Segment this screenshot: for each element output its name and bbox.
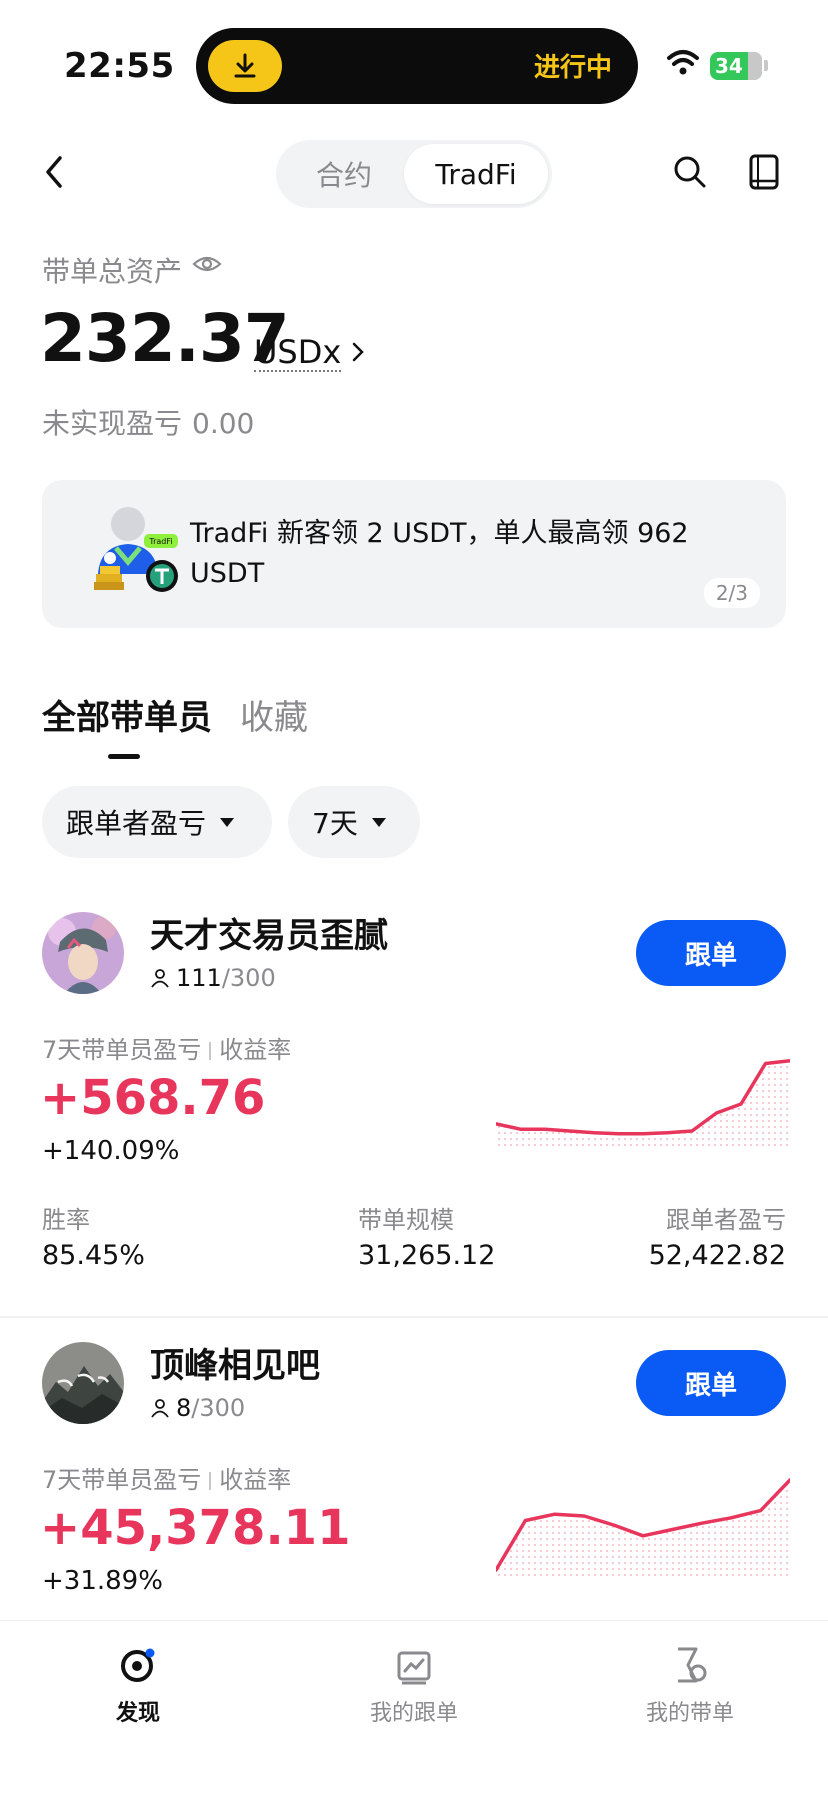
follow-button[interactable]: 跟单 [636,1350,786,1416]
search-icon[interactable] [672,154,708,190]
dynamic-island[interactable]: 进行中 [196,28,638,104]
avatar[interactable] [42,1342,124,1424]
trader-roi: +140.09% [42,1136,180,1166]
discover-icon [121,1648,155,1682]
sparkline-area [496,1060,790,1150]
trader-pnl: +45,378.11 [40,1500,351,1556]
card-divider [0,1316,828,1318]
copy-trade-icon [397,1651,431,1685]
banner-page-indicator: 2/3 [703,578,760,608]
trader-pnl: +568.76 [40,1070,266,1126]
person-icon [151,969,169,988]
metric-label-roi: 收益率 [219,1036,292,1064]
nav-my-lead-trades[interactable]: 我的带单 [610,1645,770,1727]
stat-value-winrate: 85.45% [42,1240,145,1271]
caret-down-icon [220,817,235,827]
stat-label-winrate: 胜率 [42,1206,90,1234]
eye-icon[interactable] [192,252,222,276]
unrealized-pnl-value: 0.00 [192,407,255,440]
trader-roi: +31.89% [42,1566,163,1596]
avatar[interactable] [42,912,124,994]
promo-banner[interactable]: TradFi TradFi 新客领 2 USDT，单人最高领 962 USDT … [42,480,786,628]
status-time: 22:55 [64,46,175,86]
sparkline-area [496,1480,790,1580]
follower-current: 8 [176,1394,192,1422]
chevron-right-icon[interactable] [350,340,366,364]
tab-favorites[interactable]: 收藏 [240,690,308,739]
banner-badge-text: TradFi [148,537,172,546]
trader-name[interactable]: 顶峰相见吧 [150,1338,320,1387]
battery-level: 34 [715,54,743,78]
total-assets-label: 带单总资产 [42,255,183,288]
follower-max: /300 [191,1394,246,1422]
follow-button[interactable]: 跟单 [636,920,786,986]
stat-label-follower-pnl: 跟单者盈亏 [666,1206,786,1234]
promo-text: TradFi 新客领 2 USDT，单人最高领 962 USDT [190,518,689,589]
promo-illustration: TradFi [94,507,178,592]
trader-card[interactable]: 天才交易员歪腻 111/300 跟单 7天带单员盈亏 收益率 +568.76 +1… [0,900,828,1320]
sort-filter[interactable]: 跟单者盈亏 [42,786,272,858]
unrealized-pnl: 未实现盈亏 0.00 [42,402,264,442]
lead-trade-icon [678,1647,707,1683]
metric-label: 7天带单员盈亏 收益率 [42,1460,291,1495]
metric-label-roi: 收益率 [219,1466,292,1494]
book-icon[interactable] [748,154,780,190]
caret-down-icon [371,817,386,827]
metric-label-pnl: 7天带单员盈亏 [42,1036,202,1064]
trader-card[interactable]: 顶峰相见吧 8/300 跟单 7天带单员盈亏 收益率 +45,378.11 +31… [0,1330,828,1630]
pnl-sparkline [496,1059,790,1150]
tab-active-indicator [108,754,140,759]
nav-label: 我的跟单 [369,1701,458,1726]
follower-count: 8/300 [150,1394,245,1422]
sort-filter-label: 跟单者盈亏 [66,807,207,840]
metric-label: 7天带单员盈亏 收益率 [42,1030,291,1065]
market-segment-control: 合约 TradFi [276,140,552,208]
tab-all-leaders[interactable]: 全部带单员 [42,690,212,739]
stat-label-aum: 带单规模 [358,1206,454,1234]
download-icon [208,40,282,92]
nav-label: 发现 [115,1701,160,1726]
follower-current: 111 [176,964,222,992]
wifi-icon [667,50,699,75]
nav-my-copy-trades[interactable]: 我的跟单 [334,1645,494,1727]
stat-value-aum: 31,265.12 [358,1240,496,1271]
period-filter-label: 7天 [312,807,358,840]
pnl-sparkline [496,1478,790,1580]
bottom-nav: 发现 我的跟单 我的带单 [0,1620,828,1801]
metric-label-pnl: 7天带单员盈亏 [42,1466,202,1494]
unrealized-pnl-label: 未实现盈亏 [42,407,183,440]
battery-icon: 34 [710,52,762,80]
person-icon [151,1399,169,1418]
back-icon[interactable] [38,150,70,194]
stat-value-follower-pnl: 52,422.82 [648,1240,786,1271]
status-bar: 22:55 进行中 34 [0,0,828,120]
follower-count: 111/300 [150,964,276,992]
activity-status: 进行中 [533,53,612,83]
nav-discover[interactable]: 发现 [58,1645,218,1727]
total-assets-value: 232.37 [40,300,290,377]
trader-name[interactable]: 天才交易员歪腻 [150,908,388,957]
period-filter[interactable]: 7天 [288,786,420,858]
asset-unit[interactable]: USDx [254,334,342,372]
tab-tradfi[interactable]: TradFi [404,144,548,204]
tab-contract[interactable]: 合约 [280,144,408,204]
follower-max: /300 [221,964,276,992]
nav-label: 我的带单 [645,1701,734,1726]
